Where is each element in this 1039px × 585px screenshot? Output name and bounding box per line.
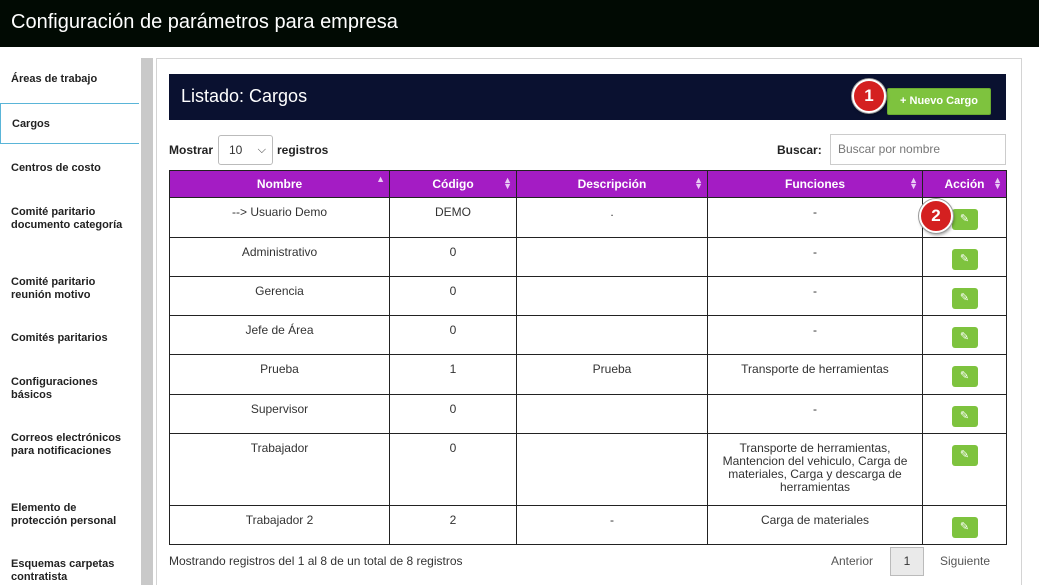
- table-row: Administrativo 0 - ✎: [169, 237, 1007, 277]
- pencil-icon[interactable]: ✎: [951, 366, 978, 387]
- cell-codigo: 0: [389, 433, 517, 506]
- pencil-icon[interactable]: ✎: [951, 209, 978, 230]
- column-header-descripcion[interactable]: Descripción ▲ ▼: [516, 170, 708, 198]
- search-input[interactable]: Buscar por nombre: [830, 134, 1006, 165]
- column-header-codigo[interactable]: Código ▲ ▼: [389, 170, 517, 198]
- sidebar-scrollbar[interactable]: [141, 58, 153, 585]
- cell-nombre: Gerencia: [169, 276, 390, 316]
- search-label: Buscar:: [777, 143, 822, 157]
- cell-funciones: Transporte de herramientas: [707, 354, 923, 395]
- cell-codigo: 1: [389, 354, 517, 395]
- page-size-value: 10: [229, 143, 243, 157]
- cell-descripcion: Prueba: [516, 354, 708, 395]
- column-header-accion[interactable]: Acción ▲ ▼: [922, 170, 1007, 198]
- pencil-icon[interactable]: ✎: [951, 288, 978, 309]
- cell-nombre: Jefe de Área: [169, 315, 390, 355]
- cell-accion: ✎: [922, 237, 1007, 277]
- cell-accion: ✎: [922, 354, 1007, 395]
- cell-accion: ✎: [922, 505, 1007, 545]
- sidebar-item-correos-electronicos[interactable]: Correos electrónicos para notificaciones: [0, 432, 139, 458]
- sidebar-item-comite-paritario-reunion-motivo[interactable]: Comité paritario reunión motivo: [0, 276, 139, 302]
- cell-accion: ✎: [922, 394, 1007, 434]
- cell-descripcion: [516, 315, 708, 355]
- cell-codigo: 0: [389, 276, 517, 316]
- table-row: Trabajador 2 2 - Carga de materiales ✎: [169, 505, 1007, 545]
- cell-descripcion: [516, 433, 708, 506]
- table-row: --> Usuario Demo DEMO . - ✎: [169, 197, 1007, 238]
- sidebar: Áreas de trabajo Cargos Centros de costo…: [0, 58, 140, 585]
- records-summary: Mostrando registros del 1 al 8 de un tot…: [169, 554, 463, 568]
- prev-page-link[interactable]: Anterior: [831, 547, 873, 576]
- sidebar-item-cargos[interactable]: Cargos: [0, 103, 139, 144]
- table-row: Trabajador 0 Transporte de herramientas,…: [169, 433, 1007, 506]
- page-size-select[interactable]: 10 ⌵: [218, 135, 273, 165]
- cell-codigo: 0: [389, 394, 517, 434]
- table-row: Jefe de Área 0 - ✎: [169, 315, 1007, 355]
- sidebar-item-comite-paritario-documento-categoria[interactable]: Comité paritario documento categoría: [0, 206, 139, 232]
- annotation-badge-1: 1: [852, 79, 886, 113]
- cell-nombre: Administrativo: [169, 237, 390, 277]
- sidebar-item-comites-paritarios[interactable]: Comités paritarios: [0, 332, 139, 345]
- cell-descripcion: [516, 394, 708, 434]
- list-title: Listado: Cargos: [181, 86, 308, 106]
- cell-nombre: Supervisor: [169, 394, 390, 434]
- page-title: Configuración de parámetros para empresa: [0, 0, 1039, 47]
- cell-codigo: DEMO: [389, 197, 517, 238]
- cell-codigo: 0: [389, 315, 517, 355]
- sidebar-item-centros-de-costo[interactable]: Centros de costo: [0, 162, 139, 175]
- next-page-link[interactable]: Siguiente: [940, 547, 990, 576]
- cell-funciones: Carga de materiales: [707, 505, 923, 545]
- sort-arrows-icon: ▲ ▼: [909, 175, 918, 191]
- cell-accion: ✎: [922, 315, 1007, 355]
- pencil-icon[interactable]: ✎: [951, 327, 978, 348]
- cell-funciones: -: [707, 276, 923, 316]
- cargos-table: Nombre ▲ Código ▲ ▼ Descripción ▲ ▼ Funciones…: [169, 170, 1007, 545]
- sidebar-item-configuraciones-basicos[interactable]: Configuraciones básicos: [0, 376, 139, 402]
- sidebar-item-elemento-proteccion-personal[interactable]: Elemento de protección personal: [0, 502, 139, 528]
- sort-arrows-icon: ▲ ▼: [694, 175, 703, 191]
- pencil-icon[interactable]: ✎: [951, 517, 978, 538]
- chevron-down-icon: ⌵: [257, 144, 266, 156]
- pencil-icon[interactable]: ✎: [951, 406, 978, 427]
- cell-descripcion: [516, 237, 708, 277]
- new-cargo-button[interactable]: + Nuevo Cargo: [887, 88, 991, 115]
- pencil-icon[interactable]: ✎: [951, 445, 978, 466]
- sidebar-item-areas-de-trabajo[interactable]: Áreas de trabajo: [0, 73, 139, 86]
- cell-funciones: -: [707, 315, 923, 355]
- cell-funciones: Transporte de herramientas, Mantencion d…: [707, 433, 923, 506]
- cell-descripcion: -: [516, 505, 708, 545]
- table-header-row: Nombre ▲ Código ▲ ▼ Descripción ▲ ▼ Funciones…: [169, 170, 1007, 198]
- cell-nombre: Prueba: [169, 354, 390, 395]
- table-row: Supervisor 0 - ✎: [169, 394, 1007, 434]
- show-label: Mostrar: [169, 143, 214, 157]
- sort-asc-icon: ▲: [376, 174, 385, 184]
- cell-funciones: -: [707, 237, 923, 277]
- cell-codigo: 0: [389, 237, 517, 277]
- cell-nombre: Trabajador: [169, 433, 390, 506]
- records-label: registros: [277, 143, 329, 157]
- page-number-button[interactable]: 1: [890, 547, 924, 576]
- cell-descripcion: .: [516, 197, 708, 238]
- annotation-badge-2: 2: [919, 199, 953, 233]
- cell-descripcion: [516, 276, 708, 316]
- table-row: Gerencia 0 - ✎: [169, 276, 1007, 316]
- table-row: Prueba 1 Prueba Transporte de herramient…: [169, 354, 1007, 395]
- column-header-nombre[interactable]: Nombre ▲: [169, 170, 390, 198]
- cell-funciones: -: [707, 394, 923, 434]
- cell-nombre: --> Usuario Demo: [169, 197, 390, 238]
- pencil-icon[interactable]: ✎: [951, 249, 978, 270]
- cell-accion: ✎: [922, 276, 1007, 316]
- sort-arrows-icon: ▲ ▼: [503, 175, 512, 191]
- sidebar-item-esquemas-carpetas-contratista[interactable]: Esquemas carpetas contratista: [0, 558, 139, 584]
- cell-codigo: 2: [389, 505, 517, 545]
- cell-funciones: -: [707, 197, 923, 238]
- sort-arrows-icon: ▲ ▼: [993, 175, 1002, 191]
- column-header-funciones[interactable]: Funciones ▲ ▼: [707, 170, 923, 198]
- cell-nombre: Trabajador 2: [169, 505, 390, 545]
- cell-accion: ✎: [922, 433, 1007, 506]
